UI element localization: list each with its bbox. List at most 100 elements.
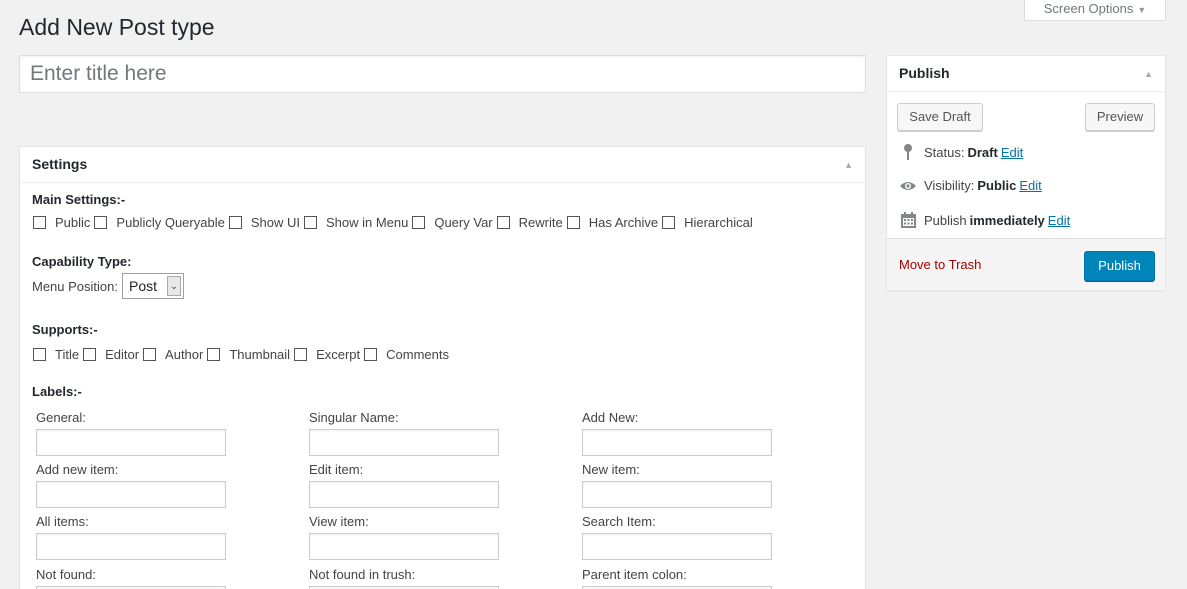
label-field-not-found-in-trash: Not found in trush: — [309, 567, 499, 589]
edit-visibility-link[interactable]: Edit — [1019, 178, 1041, 193]
checkbox-label: Show in Menu — [325, 215, 409, 230]
checkbox-show-ui[interactable] — [228, 216, 242, 229]
label-field-add-new-item: Add new item: — [36, 462, 226, 508]
add-new-input[interactable] — [582, 429, 772, 456]
field-label: All items: — [36, 514, 89, 529]
collapse-arrow-icon[interactable]: ▲ — [1144, 56, 1153, 92]
calendar-icon — [899, 212, 917, 228]
checkbox-label: Has Archive — [588, 215, 659, 230]
checkbox-hierarchical[interactable] — [662, 216, 676, 229]
status-label: Status: — [924, 144, 965, 160]
capability-type-heading: Capability Type: — [32, 254, 132, 269]
visibility-row: Visibility: Public Edit — [899, 178, 1042, 193]
supports-heading: Supports:- — [32, 322, 98, 337]
main-settings-heading: Main Settings:- — [32, 192, 126, 207]
menu-position-label: Menu Position: — [32, 278, 118, 294]
publish-button[interactable]: Publish — [1084, 251, 1155, 281]
view-item-input[interactable] — [309, 533, 499, 560]
edit-item-input[interactable] — [309, 481, 499, 508]
preview-button[interactable]: Preview — [1085, 103, 1155, 131]
checkbox-rewrite[interactable] — [496, 216, 510, 229]
publish-label: Publish — [924, 212, 967, 228]
field-label: Not found in trush: — [309, 567, 416, 582]
publish-title: Publish — [899, 65, 950, 81]
label-field-add-new: Add New: — [582, 410, 772, 456]
pin-icon — [899, 144, 917, 160]
caret-down-icon: ▼ — [1137, 5, 1147, 15]
publish-box: Publish ▲ Save Draft Preview Status: Draf… — [886, 55, 1166, 291]
field-label: New item: — [582, 462, 640, 477]
save-draft-button[interactable]: Save Draft — [897, 103, 983, 131]
post-title-input[interactable] — [19, 55, 866, 93]
publish-value: immediately — [969, 212, 1045, 228]
field-label: Edit item: — [309, 462, 364, 477]
settings-header: Settings ▲ — [20, 147, 865, 183]
settings-box: Settings ▲ Main Settings:- Public Public… — [19, 146, 866, 589]
general-input[interactable] — [36, 429, 226, 456]
menu-position-select[interactable]: Post ⌄ — [122, 273, 184, 299]
singular-name-input[interactable] — [309, 429, 499, 456]
checkbox-label: Excerpt — [316, 347, 361, 362]
field-label: Add new item: — [36, 462, 119, 477]
move-to-trash-link[interactable]: Move to Trash — [899, 257, 981, 272]
edit-status-link[interactable]: Edit — [1001, 145, 1023, 160]
status-row: Status: Draft Edit — [899, 144, 1023, 160]
field-label: General: — [36, 410, 86, 425]
supports-options: Title Editor Author Thumbnail Excerpt Co… — [33, 347, 453, 362]
major-publishing-actions: Move to Trash Publish — [887, 238, 1165, 290]
checkbox-comments[interactable] — [364, 348, 378, 361]
add-new-item-input[interactable] — [36, 481, 226, 508]
checkbox-label: Public — [55, 215, 91, 230]
new-item-input[interactable] — [582, 481, 772, 508]
checkbox-public[interactable] — [33, 216, 46, 229]
field-label: Not found: — [36, 567, 96, 582]
publish-schedule-row: Publish immediately Edit — [899, 212, 1070, 228]
checkbox-label: Comments — [386, 347, 449, 362]
label-field-view-item: View item: — [309, 514, 499, 560]
screen-options-button[interactable]: Screen Options ▼ — [1024, 0, 1166, 21]
checkbox-author[interactable] — [143, 348, 157, 361]
checkbox-editor[interactable] — [83, 348, 97, 361]
search-item-input[interactable] — [582, 533, 772, 560]
checkbox-has-archive[interactable] — [566, 216, 580, 229]
label-field-not-found: Not found: — [36, 567, 226, 589]
field-label: Search Item: — [582, 514, 656, 529]
label-field-new-item: New item: — [582, 462, 772, 508]
publish-header: Publish ▲ — [887, 56, 1165, 92]
labels-heading: Labels:- — [32, 384, 82, 399]
select-chevron-down-icon: ⌄ — [167, 276, 181, 296]
label-field-edit-item: Edit item: — [309, 462, 499, 508]
collapse-arrow-icon[interactable]: ▲ — [844, 147, 853, 183]
screen-options-label: Screen Options — [1043, 1, 1134, 16]
checkbox-label: Rewrite — [518, 215, 563, 230]
label-field-all-items: All items: — [36, 514, 226, 560]
field-label: Singular Name: — [309, 410, 399, 425]
checkbox-label: Query Var — [434, 215, 493, 230]
field-label: View item: — [309, 514, 369, 529]
checkbox-label: Author — [165, 347, 204, 362]
checkbox-excerpt[interactable] — [294, 348, 308, 361]
checkbox-publicly-queryable[interactable] — [94, 216, 108, 229]
checkbox-label: Editor — [105, 347, 140, 362]
checkbox-title[interactable] — [33, 348, 46, 361]
checkbox-label: Publicly Queryable — [116, 215, 225, 230]
checkbox-label: Title — [55, 347, 80, 362]
all-items-input[interactable] — [36, 533, 226, 560]
label-field-search-item: Search Item: — [582, 514, 772, 560]
checkbox-label: Show UI — [250, 215, 300, 230]
status-value: Draft — [967, 144, 998, 160]
checkbox-label: Thumbnail — [229, 347, 291, 362]
main-settings-options: Public Publicly Queryable Show UI Show i… — [33, 215, 757, 230]
menu-position-value: Post — [129, 278, 158, 294]
visibility-value: Public — [977, 178, 1017, 193]
checkbox-label: Hierarchical — [684, 215, 753, 230]
checkbox-show-in-menu[interactable] — [303, 216, 317, 229]
edit-publish-time-link[interactable]: Edit — [1048, 213, 1070, 228]
field-label: Parent item colon: — [582, 567, 687, 582]
eye-icon — [899, 180, 917, 192]
checkbox-thumbnail[interactable] — [207, 348, 221, 361]
settings-title: Settings — [32, 156, 88, 172]
visibility-label: Visibility: — [924, 178, 975, 193]
label-field-singular-name: Singular Name: — [309, 410, 499, 456]
checkbox-query-var[interactable] — [412, 216, 426, 229]
